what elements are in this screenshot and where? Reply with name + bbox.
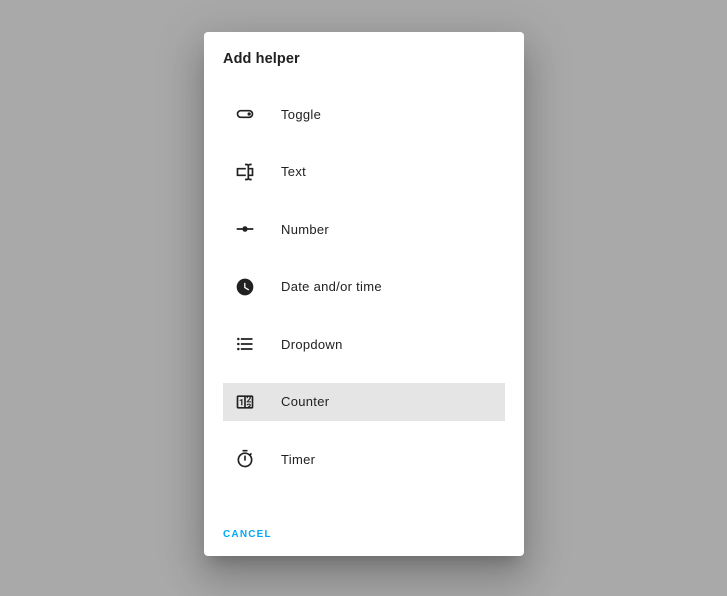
dialog-actions: CANCEL — [223, 524, 272, 542]
helper-item-label: Toggle — [281, 106, 322, 122]
add-helper-dialog: Add helper Toggle Text Number Date and/o… — [204, 32, 524, 556]
toggle-switch-outline-icon — [235, 104, 255, 124]
helper-item-label: Text — [281, 164, 307, 179]
dialog-title: Add helper — [223, 51, 300, 67]
helper-item-dropdown[interactable]: Dropdown — [223, 325, 505, 363]
helper-item-label: Date and/or time — [281, 279, 382, 294]
helper-item-label: Number — [281, 221, 330, 237]
ray-vertex-icon — [235, 219, 255, 239]
cancel-button[interactable]: CANCEL — [223, 529, 272, 540]
format-list-bulleted-icon — [235, 334, 255, 354]
timer-outline-icon — [235, 449, 255, 469]
helper-item-label: Timer — [281, 451, 316, 467]
helper-item-number[interactable]: Number — [223, 210, 505, 248]
helper-item-timer[interactable]: Timer — [223, 440, 505, 478]
helper-item-label: Counter — [281, 394, 330, 409]
form-textbox-icon — [235, 162, 255, 182]
helper-item-counter[interactable]: Counter — [223, 382, 505, 421]
clock-icon — [235, 277, 255, 297]
helper-type-list: Toggle Text Number Date and/or time Drop — [223, 95, 505, 498]
helper-item-label: Dropdown — [281, 336, 343, 352]
counter-icon — [235, 392, 255, 412]
helper-item-toggle[interactable]: Toggle — [223, 95, 505, 133]
helper-item-text[interactable]: Text — [223, 153, 505, 191]
helper-item-date-time[interactable]: Date and/or time — [223, 268, 505, 306]
